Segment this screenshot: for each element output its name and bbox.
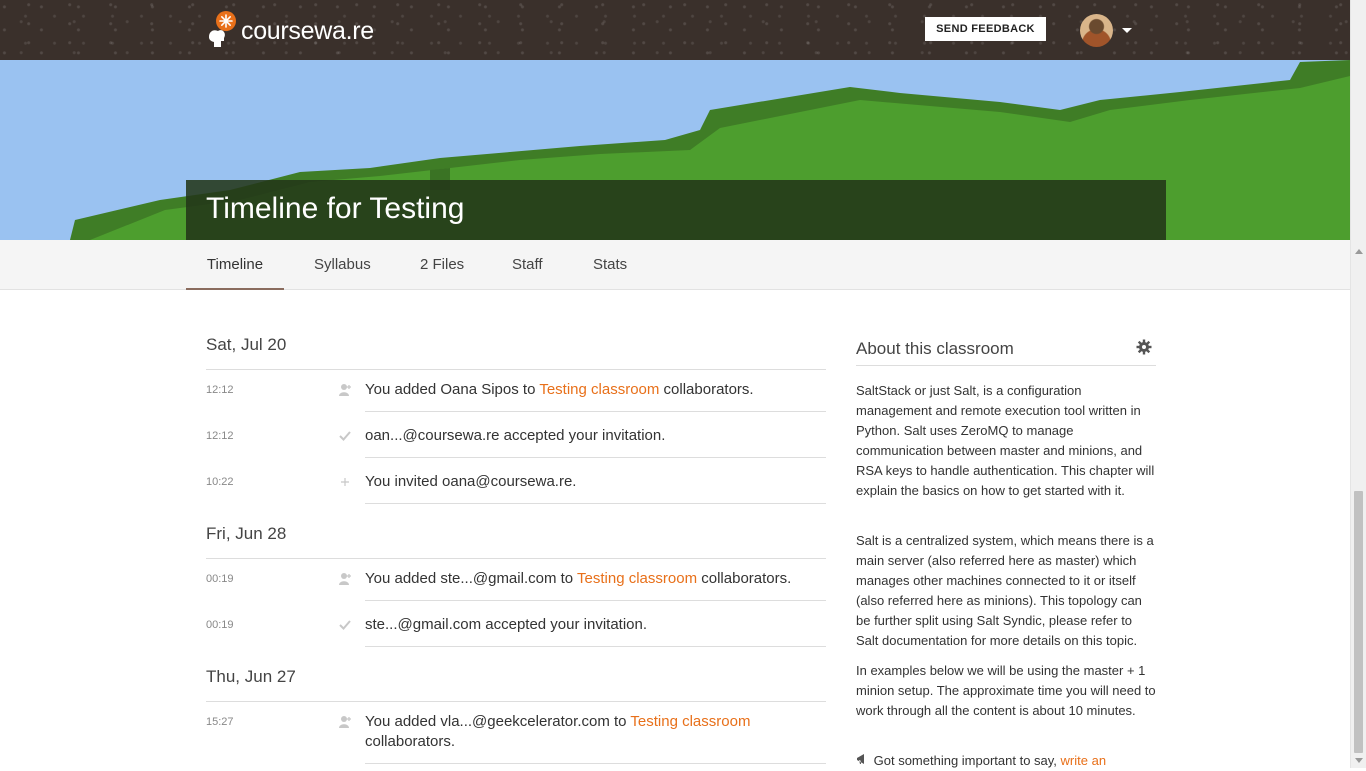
about-header: About this classroom: [856, 336, 1156, 366]
entry-time: 00:19: [206, 619, 234, 631]
page-title: Timeline for Testing: [206, 192, 465, 225]
logo-icon: [205, 11, 239, 51]
checkmark-icon: [338, 429, 352, 443]
date-heading: Fri, Jun 28: [206, 524, 826, 559]
scrollbar[interactable]: [1350, 0, 1366, 768]
about-paragraph: SaltStack or just Salt, is a configurati…: [856, 383, 1155, 498]
user-avatar[interactable]: [1080, 14, 1113, 47]
checkmark-icon: [338, 618, 352, 632]
classroom-link[interactable]: Testing classroom: [539, 381, 659, 398]
logo-text: coursewa.re: [241, 16, 374, 45]
megaphone-icon: [856, 751, 870, 771]
date-heading: Sat, Jul 20: [206, 335, 826, 370]
tab-syllabus[interactable]: Syllabus: [314, 240, 371, 288]
about-title: About this classroom: [856, 339, 1014, 358]
entry-text: You added ste...@gmail.com to Testing cl…: [365, 569, 826, 601]
entry-time: 12:12: [206, 430, 234, 442]
scroll-up-icon[interactable]: [1355, 249, 1363, 254]
entry-text: oan...@coursewa.re accepted your invitat…: [365, 426, 826, 458]
entry-time: 00:19: [206, 573, 234, 585]
top-bar: coursewa.re SEND FEEDBACK: [0, 0, 1350, 60]
entry-text: You added Oana Sipos to Testing classroo…: [365, 380, 826, 412]
entry-time: 15:27: [206, 716, 234, 728]
about-footer: Got something important to say, write an: [856, 751, 1156, 771]
tab-staff[interactable]: Staff: [512, 240, 543, 288]
caret-down-icon[interactable]: [1122, 28, 1132, 33]
send-feedback-button[interactable]: SEND FEEDBACK: [925, 17, 1046, 41]
entry-text: You added vla...@geekcelerator.com to Te…: [365, 712, 826, 764]
plus-icon: [338, 475, 352, 489]
about-paragraph: Salt is a centralized system, which mean…: [856, 533, 1154, 648]
tab-bar: Timeline Syllabus 2 Files Staff Stats: [0, 240, 1350, 290]
scroll-down-icon[interactable]: [1355, 758, 1363, 763]
add-user-icon: [338, 383, 352, 397]
title-box: Timeline for Testing: [186, 180, 1166, 240]
gear-icon[interactable]: [1136, 339, 1152, 355]
date-heading: Thu, Jun 27: [206, 667, 826, 702]
write-link[interactable]: write an: [1061, 753, 1107, 768]
add-user-icon: [338, 715, 352, 729]
tab-timeline[interactable]: Timeline: [186, 240, 284, 290]
scrollbar-thumb[interactable]: [1354, 491, 1363, 753]
entry-time: 12:12: [206, 384, 234, 396]
add-user-icon: [338, 572, 352, 586]
classroom-link[interactable]: Testing classroom: [577, 570, 697, 587]
entry-time: 10:22: [206, 476, 234, 488]
entry-text: ste...@gmail.com accepted your invitatio…: [365, 615, 826, 647]
classroom-link[interactable]: Testing classroom: [630, 713, 750, 730]
about-paragraph: In examples below we will be using the m…: [856, 663, 1156, 718]
entry-text: You invited oana@coursewa.re.: [365, 472, 826, 504]
tab-stats[interactable]: Stats: [593, 240, 627, 288]
logo[interactable]: coursewa.re: [205, 10, 374, 52]
tab-files[interactable]: 2 Files: [420, 240, 464, 288]
